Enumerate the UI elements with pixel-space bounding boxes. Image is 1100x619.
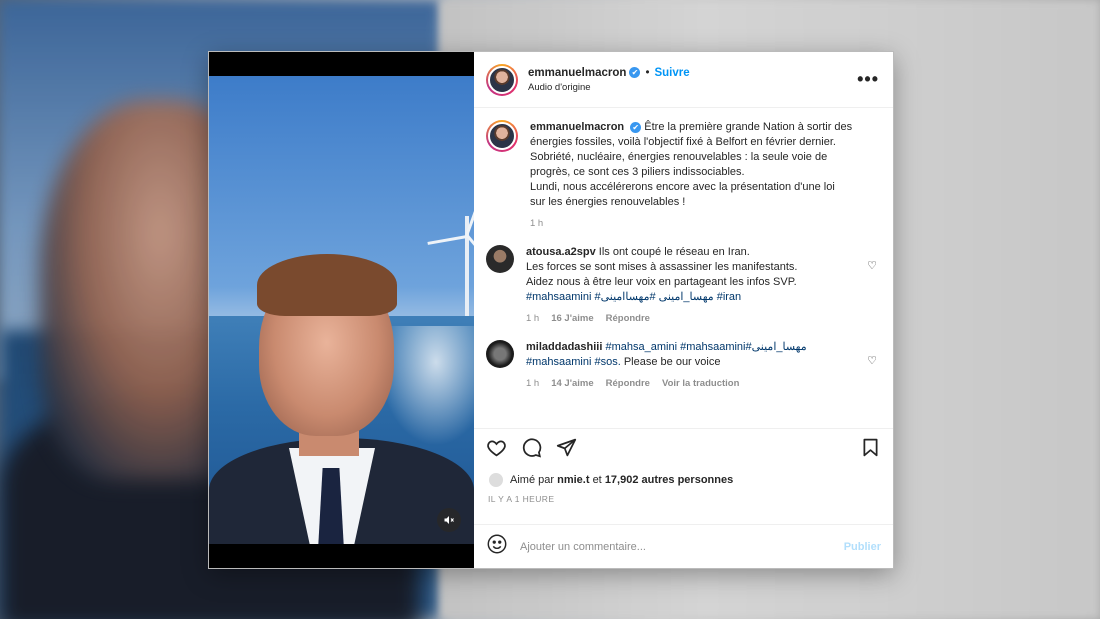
comment-bubble-icon[interactable]: [521, 437, 542, 463]
post-header: emmanuelmacron ✔ • Suivre Audio d'origin…: [474, 52, 893, 108]
comment-username[interactable]: miladdadashiii: [526, 341, 602, 353]
comment-hashtags[interactable]: #mahsaamini #sos.: [526, 356, 621, 368]
post-caption: emmanuelmacron ✔ Être la première grande…: [486, 120, 879, 231]
like-comment-heart-icon[interactable]: ♡: [867, 354, 877, 367]
verified-icon: ✔: [630, 122, 642, 133]
post-timestamp[interactable]: IL Y A 1 HEURE: [474, 490, 893, 512]
caption-line: énergies fossiles, voilà l'objectif fixé…: [530, 136, 836, 148]
comment-text: Please be our voice: [623, 356, 721, 368]
caption-line: progrès, ce sont ces 3 piliers indissoci…: [530, 166, 745, 178]
comment-username[interactable]: atousa.a2spv: [526, 246, 596, 258]
liker-avatar[interactable]: [488, 472, 504, 488]
comment-hashtags[interactable]: #mahsaamini #مهسا_امینی #مهساامینی #iran: [526, 291, 741, 303]
liked-by-prefix: Aimé par: [510, 474, 555, 486]
liked-by-user[interactable]: nmie.t: [557, 474, 589, 486]
username-link[interactable]: emmanuelmacron: [528, 67, 626, 79]
comment-time[interactable]: 1 h: [526, 376, 539, 391]
comment-avatar[interactable]: [486, 245, 514, 273]
like-comment-heart-icon[interactable]: ♡: [867, 259, 877, 272]
liked-by-others[interactable]: 17,902 autres personnes: [605, 474, 733, 486]
reply-button[interactable]: Répondre: [606, 376, 650, 391]
add-comment-bar: Publier: [474, 524, 893, 568]
caption-line: Être la première grande Nation à sortir …: [644, 121, 853, 133]
caption-username[interactable]: emmanuelmacron: [530, 121, 624, 133]
post-media[interactable]: [209, 52, 474, 568]
reply-button[interactable]: Répondre: [606, 311, 650, 326]
caption-line: sur les énergies renouvelables !: [530, 196, 686, 208]
save-bookmark-icon[interactable]: [860, 437, 881, 463]
caption-line: Sobriété, nucléaire, énergies renouvelab…: [530, 151, 828, 163]
avatar[interactable]: [486, 63, 518, 96]
separator-dot: •: [645, 66, 650, 79]
comment-avatar[interactable]: [486, 340, 514, 368]
like-heart-icon[interactable]: [486, 437, 507, 463]
comment-text: Aidez nous à être leur voix en partagean…: [526, 276, 797, 288]
avatar[interactable]: [486, 120, 518, 152]
comment-input[interactable]: [520, 540, 844, 553]
comment-hashtags[interactable]: #mahsa_amini #mahsaamini#مهسا_امینی: [605, 341, 806, 353]
audio-label[interactable]: Audio d'origine: [528, 82, 690, 93]
more-options-icon[interactable]: •••: [857, 69, 879, 90]
publish-button[interactable]: Publier: [844, 541, 881, 553]
post-side-panel: emmanuelmacron ✔ • Suivre Audio d'origin…: [474, 52, 893, 568]
verified-icon: ✔: [629, 67, 641, 78]
emoji-icon[interactable]: [486, 533, 508, 560]
see-translation-button[interactable]: Voir la traduction: [662, 376, 739, 391]
comments-section: emmanuelmacron ✔ Être la première grande…: [474, 108, 893, 428]
caption-time[interactable]: 1 h: [530, 216, 543, 231]
share-send-icon[interactable]: [556, 437, 577, 463]
post-actions: [474, 428, 893, 470]
liked-by: Aimé par nmie.t et 17,902 autres personn…: [474, 470, 893, 490]
video-frame[interactable]: [209, 76, 474, 544]
comment-item: atousa.a2spv Ils ont coupé le réseau en …: [486, 245, 879, 326]
comment-item: miladdadashiii #mahsa_amini #mahsaamini#…: [486, 340, 879, 391]
comment-time[interactable]: 1 h: [526, 311, 539, 326]
caption-line: Lundi, nous accélérerons encore avec la …: [530, 181, 835, 193]
comment-likes[interactable]: 16 J'aime: [551, 311, 593, 326]
comment-text: Les forces se sont mises à assassiner le…: [526, 261, 798, 273]
mute-icon[interactable]: [437, 508, 461, 532]
comment-likes[interactable]: 14 J'aime: [551, 376, 593, 391]
liked-by-connector: et: [592, 474, 602, 486]
follow-button[interactable]: Suivre: [654, 67, 689, 79]
person-hair: [257, 254, 397, 316]
instagram-post: emmanuelmacron ✔ • Suivre Audio d'origin…: [209, 52, 893, 568]
comment-text: Ils ont coupé le réseau en Iran.: [598, 246, 750, 258]
